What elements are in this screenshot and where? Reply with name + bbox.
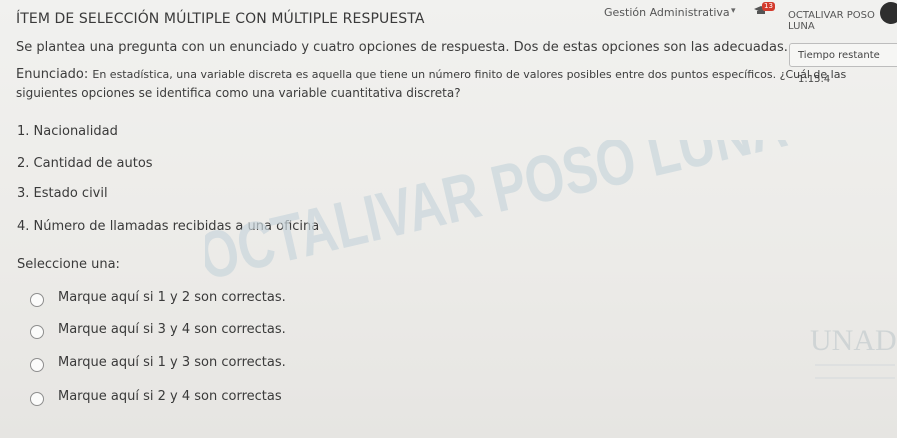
unad-logo: UNAD xyxy=(810,324,897,379)
radio-button-3[interactable] xyxy=(30,358,44,372)
radio-button-1[interactable] xyxy=(30,293,44,307)
watermark-text: OCTALIVAR POSO LUNA xyxy=(205,140,793,294)
option-1: 1. Nacionalidad xyxy=(17,124,118,139)
answer-label-4[interactable]: Marque aquí si 2 y 4 son correctas xyxy=(58,389,282,404)
statement-label: Enunciado: xyxy=(16,67,89,82)
department-menu[interactable]: Gestión Administrativa xyxy=(604,6,730,19)
option-2: 2. Cantidad de autos xyxy=(17,156,153,171)
time-remaining: Tiempo restante 1:15:4 xyxy=(789,43,897,85)
answer-label-3[interactable]: Marque aquí si 1 y 3 son correctas. xyxy=(58,355,286,370)
radio-button-2[interactable] xyxy=(30,325,44,339)
radio-button-4[interactable] xyxy=(30,392,44,406)
option-4: 4. Número de llamadas recibidas a una of… xyxy=(17,219,320,234)
item-title: ÍTEM DE SELECCIÓN MÚLTIPLE CON MÚLTIPLE … xyxy=(16,11,425,27)
statement-line-2: siguientes opciones se identifica como u… xyxy=(16,86,461,100)
avatar[interactable] xyxy=(880,2,897,24)
item-description: Se plantea una pregunta con un enunciado… xyxy=(16,40,788,55)
answer-label-2[interactable]: Marque aquí si 3 y 4 son correctas. xyxy=(58,322,286,337)
statement-text: En estadística, una variable discreta es… xyxy=(92,68,847,81)
logo-text: UNAD xyxy=(810,324,897,357)
select-one-label: Seleccione una: xyxy=(17,257,120,272)
statement-line-1: Enunciado: En estadística, una variable … xyxy=(16,67,846,82)
option-3: 3. Estado civil xyxy=(17,186,108,201)
answer-label-1[interactable]: Marque aquí si 1 y 2 son correctas. xyxy=(58,290,286,305)
notification-badge: 13 xyxy=(762,2,775,11)
chevron-down-icon[interactable]: ▾ xyxy=(731,6,736,16)
